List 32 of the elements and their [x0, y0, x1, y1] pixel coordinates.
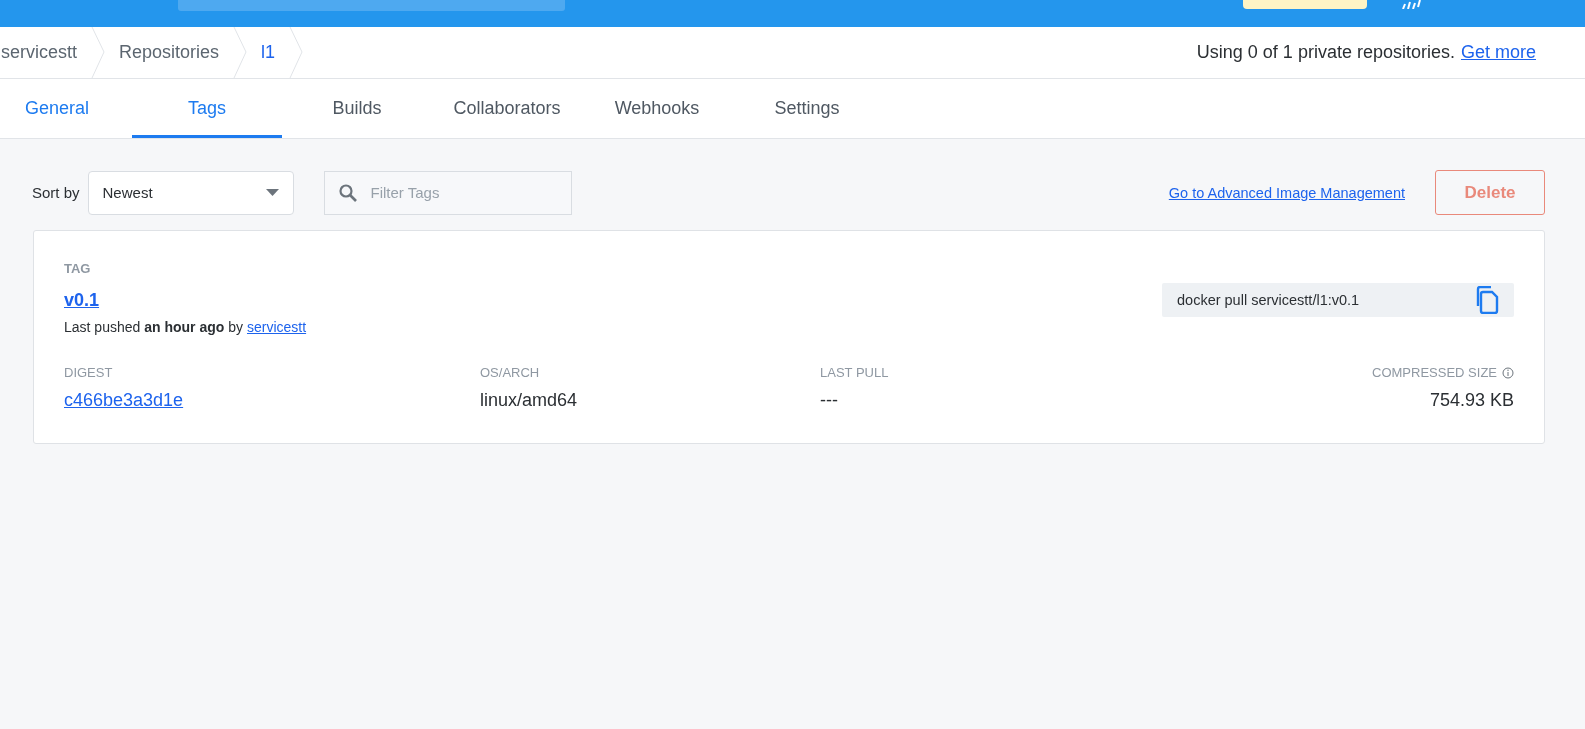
tab[interactable]: General [0, 79, 132, 138]
column-label: COMPRESSED SIZE [1372, 365, 1497, 380]
tab[interactable]: Tags [132, 79, 282, 138]
get-more-link[interactable]: Get more [1460, 42, 1536, 63]
tab[interactable]: Collaborators [432, 79, 582, 138]
sort-select[interactable]: Newest [87, 170, 294, 215]
caret-icon [265, 189, 279, 196]
pull-command-text: docker pull servicestt/l1:v0.1 [1177, 292, 1360, 308]
breadcrumb-item[interactable]: servicestt [1, 42, 78, 63]
info-icon[interactable] [1502, 366, 1514, 379]
sort-label: Sort by [32, 184, 80, 201]
breadcrumb-item[interactable]: l1 [261, 42, 276, 63]
filter-field[interactable]: Filter Tags [323, 170, 572, 215]
breadcrumb-item[interactable]: Repositories [119, 42, 220, 63]
tab[interactable]: Settings [732, 79, 882, 138]
last-pushed-text: Last pushed an hour ago by [64, 319, 243, 335]
tag-heading: TAG [64, 261, 92, 276]
digest-link[interactable]: c466be3a3d1e [64, 390, 184, 411]
signal-icon[interactable] [1400, 0, 1422, 9]
tag-link[interactable]: v0.1 [64, 290, 100, 311]
copy-icon[interactable] [1475, 286, 1499, 314]
column-value: --- [820, 390, 838, 411]
tab[interactable]: Webhooks [582, 79, 732, 138]
column-label: LAST PULL [820, 365, 889, 380]
column-value: linux/amd64 [480, 390, 578, 411]
column-label: OS/ARCH [480, 365, 540, 380]
usage-text: Using 0 of 1 private repositories. [1196, 42, 1455, 63]
column-value: 754.93 KB [1429, 390, 1514, 411]
tab[interactable]: Builds [282, 79, 432, 138]
advanced-image-management-link[interactable]: Go to Advanced Image Management [1168, 184, 1405, 201]
user-link[interactable]: servicestt [247, 319, 307, 335]
column-label: DIGEST [64, 365, 113, 380]
